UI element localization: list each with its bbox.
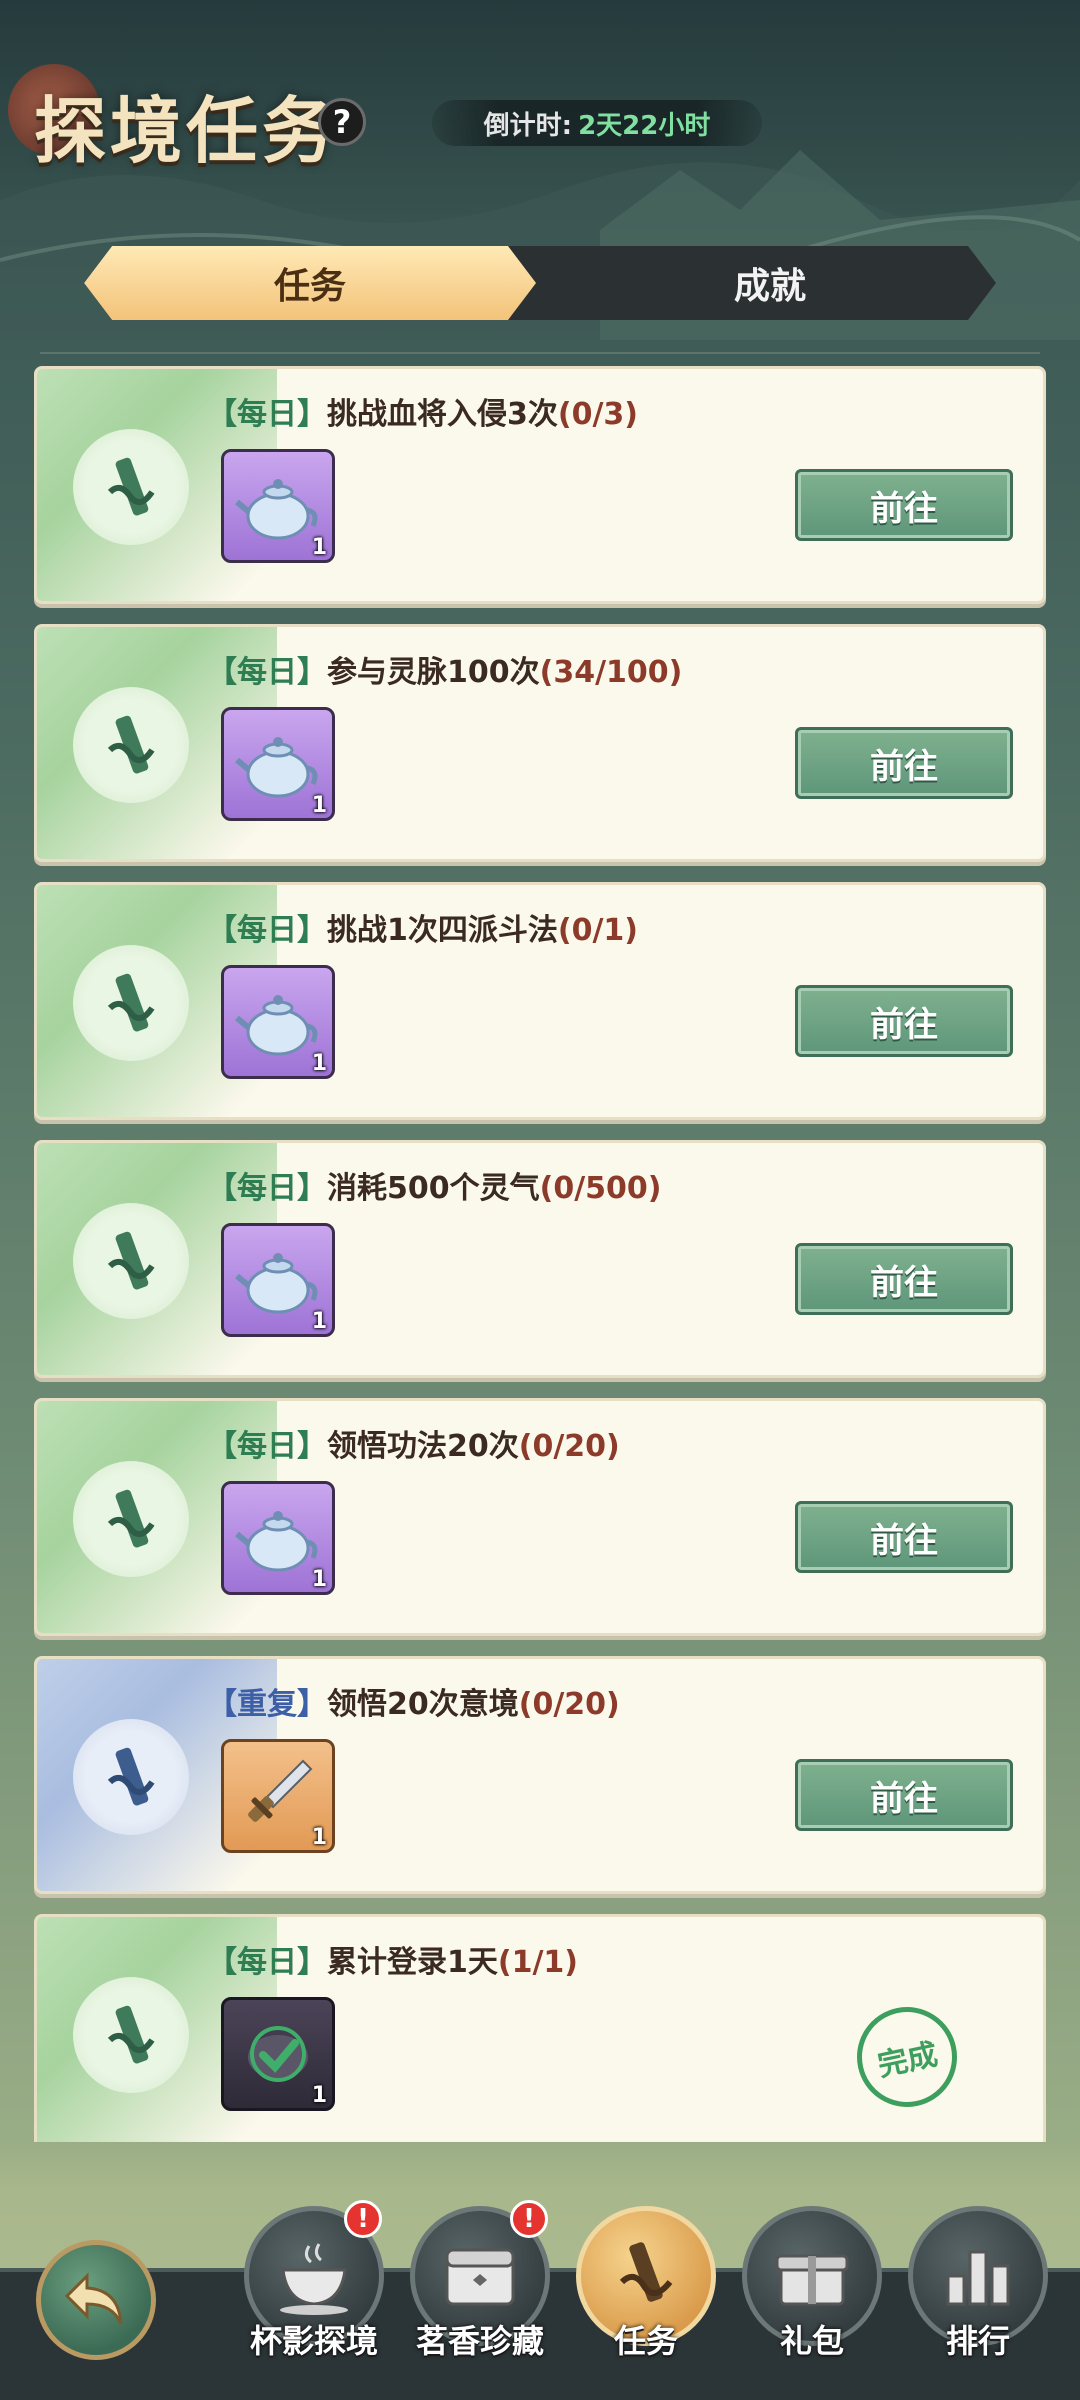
task-title: 【每日】领悟功法20次(0/20): [207, 1429, 620, 1464]
reward-item: 1: [221, 1997, 335, 2111]
scroll-badge-icon: [73, 687, 189, 803]
alert-badge: !: [344, 2200, 382, 2238]
reward-count: 1: [311, 535, 327, 560]
reward-item[interactable]: 1: [221, 1223, 335, 1337]
reward-item[interactable]: 1: [221, 1739, 335, 1853]
ranking-icon: [946, 2250, 1010, 2306]
go-button[interactable]: 前往: [795, 1501, 1013, 1573]
task-card: 【每日】挑战1次四派斗法(0/1) 1 前往: [34, 882, 1046, 1120]
task-card: 【每日】挑战血将入侵3次(0/3) 1 前往: [34, 366, 1046, 604]
teapot-icon: [235, 479, 318, 540]
reward-item[interactable]: 1: [221, 449, 335, 563]
task-title: 【每日】消耗500个灵气(0/500): [207, 1171, 662, 1206]
reward-item[interactable]: 1: [221, 1481, 335, 1595]
go-button[interactable]: 前往: [795, 985, 1013, 1057]
reward-count: 1: [311, 1051, 327, 1076]
back-button[interactable]: [36, 2240, 156, 2360]
nav-label: 任务: [613, 2322, 678, 2360]
teapot-icon: [235, 1253, 318, 1314]
scroll-icon: [619, 2242, 673, 2302]
reward-count: 1: [311, 1309, 327, 1334]
task-card: 【每日】领悟功法20次(0/20) 1 前往: [34, 1398, 1046, 1636]
task-title: 【重复】领悟20次意境(0/20): [207, 1687, 620, 1722]
dagger-icon: [248, 1759, 313, 1822]
task-card: 【每日】消耗500个灵气(0/500) 1 前往: [34, 1140, 1046, 1378]
nav-tea-collection[interactable]: ! 茗香珍藏: [410, 2200, 550, 2386]
reward-count: 1: [311, 1567, 327, 1592]
countdown-value: 2天22小时: [578, 110, 711, 141]
task-card: 【每日】累计登录1天(1/1) 1 完成: [34, 1914, 1046, 2142]
teapot-icon: [235, 1511, 318, 1572]
gift-box-icon: [775, 2254, 849, 2306]
reward-count: 1: [311, 1825, 327, 1850]
nav-label: 排行: [945, 2322, 1010, 2360]
chest-icon: [445, 2248, 515, 2306]
reward-item[interactable]: 1: [221, 707, 335, 821]
go-button[interactable]: 前往: [795, 1243, 1013, 1315]
nav-label: 茗香珍藏: [415, 2322, 544, 2360]
go-button[interactable]: 前往: [795, 1759, 1013, 1831]
reward-count: 1: [311, 793, 327, 818]
nav-label: 杯影探境: [249, 2322, 378, 2360]
teapot-icon: [235, 995, 318, 1056]
nav-tasks[interactable]: 任务: [576, 2206, 716, 2386]
divider: [40, 352, 1040, 354]
nav-cup-explore[interactable]: ! 杯影探境: [244, 2200, 384, 2386]
task-card: 【每日】参与灵脉100次(34/100) 1 前往: [34, 624, 1046, 862]
header: 探境任务 ? 倒计时: 2天22小时: [0, 0, 1080, 230]
task-title: 【每日】挑战1次四派斗法(0/1): [207, 913, 639, 948]
scroll-badge-icon: [73, 429, 189, 545]
countdown: 倒计时: 2天22小时: [432, 100, 762, 146]
task-title: 【每日】累计登录1天(1/1): [207, 1945, 579, 1980]
task-card: 【重复】领悟20次意境(0/20) 1 前往: [34, 1656, 1046, 1894]
claimed-check-icon: [248, 2026, 308, 2082]
nav-gift-pack[interactable]: 礼包: [742, 2206, 882, 2386]
go-button[interactable]: 前往: [795, 469, 1013, 541]
task-list[interactable]: 【每日】挑战血将入侵3次(0/3) 1 前往 【每日】参与灵脉100次(34/1…: [34, 366, 1046, 2142]
task-title: 【每日】参与灵脉100次(34/100): [207, 655, 683, 690]
nav-label: 礼包: [779, 2322, 844, 2360]
reward-item[interactable]: 1: [221, 965, 335, 1079]
help-button[interactable]: ?: [318, 98, 366, 146]
teacup-icon: [280, 2243, 348, 2315]
teapot-icon: [235, 737, 318, 798]
scroll-badge-icon: [73, 1461, 189, 1577]
scroll-badge-icon: [73, 945, 189, 1061]
page-title: 探境任务: [34, 88, 339, 173]
countdown-label: 倒计时:: [483, 110, 573, 141]
scroll-badge-icon: [73, 1203, 189, 1319]
scroll-badge-icon: [73, 1719, 189, 1835]
nav-ranking[interactable]: 排行: [908, 2206, 1048, 2386]
completed-stamp: 完成: [847, 1997, 967, 2117]
go-button[interactable]: 前往: [795, 727, 1013, 799]
back-arrow-icon: [64, 2272, 123, 2325]
tab-tasks[interactable]: 任务: [84, 246, 536, 320]
scroll-badge-icon: [73, 1977, 189, 2093]
reward-count: 1: [311, 2083, 327, 2108]
task-title: 【每日】挑战血将入侵3次(0/3): [207, 397, 639, 432]
tab-achievements[interactable]: 成就: [544, 246, 996, 320]
tab-bar: 任务 成就: [84, 246, 996, 320]
alert-badge: !: [510, 2200, 548, 2238]
